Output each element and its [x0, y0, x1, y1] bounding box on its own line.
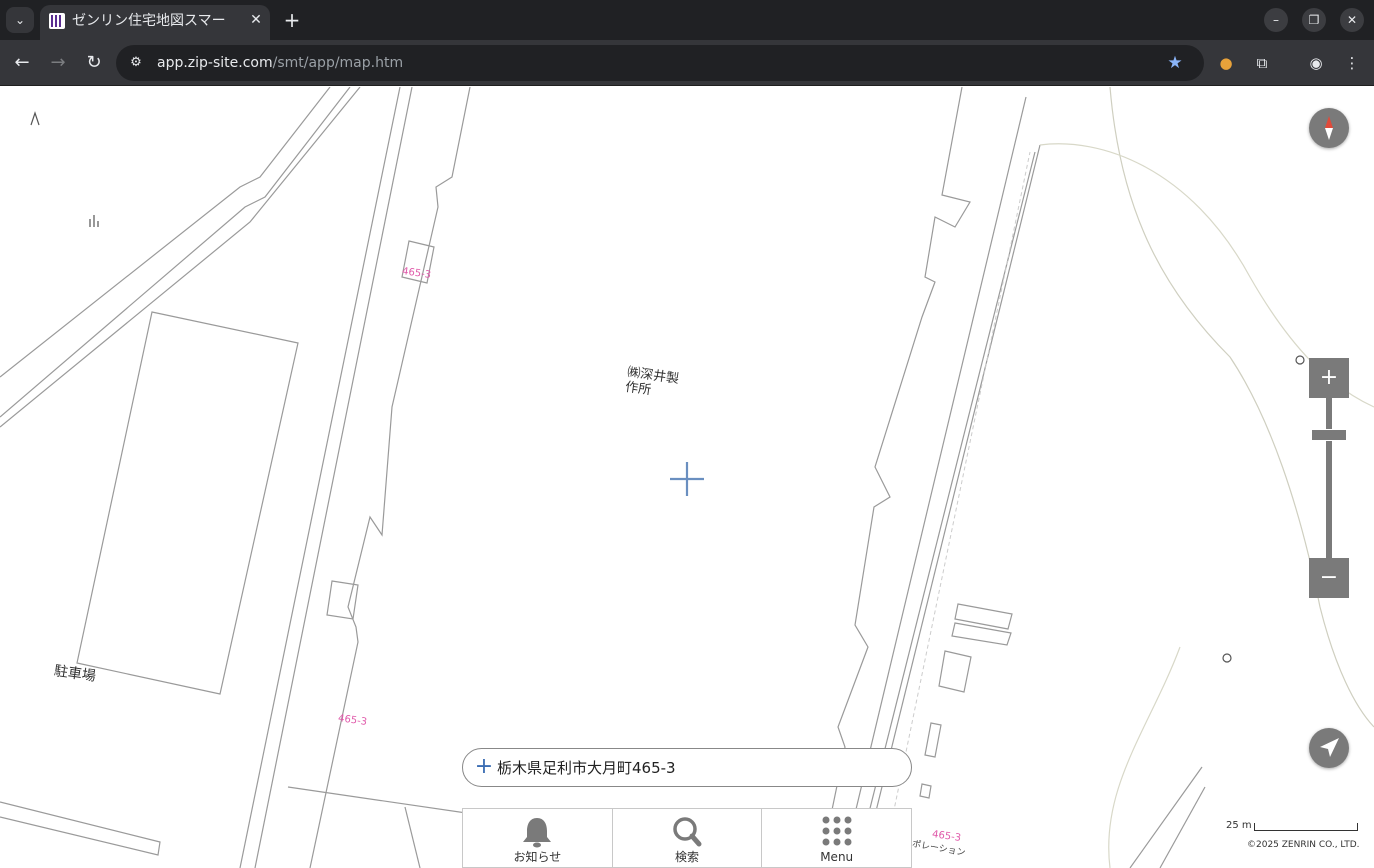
- nav-notifications-button[interactable]: お知らせ: [463, 809, 613, 867]
- nav-search-button[interactable]: 検索: [613, 809, 763, 867]
- window-close-icon[interactable]: ✕: [1340, 8, 1364, 32]
- bottom-navigation: お知らせ 検索 Menu: [462, 808, 912, 868]
- url-path: /smt/app/map.htm: [272, 55, 404, 71]
- nav-notifications-label: お知らせ: [513, 850, 562, 864]
- new-tab-plus-icon[interactable]: +: [280, 8, 304, 32]
- compass-button[interactable]: [1309, 108, 1349, 148]
- nav-menu-button[interactable]: Menu: [762, 809, 911, 867]
- reload-icon[interactable]: ↻: [82, 51, 106, 75]
- zoom-slider-track[interactable]: [1326, 398, 1332, 558]
- navigation-arrow-icon: [1320, 738, 1339, 757]
- forward-arrow-icon[interactable]: →: [46, 51, 70, 75]
- center-crosshair-icon: [670, 462, 704, 496]
- address-text: 栃木県足利市大月町465-3: [497, 759, 676, 777]
- tab-search-chevron-icon[interactable]: ⌄: [6, 7, 34, 33]
- site-settings-icon[interactable]: ⚙: [126, 53, 146, 73]
- tab-title: ゼンリン住宅地図スマー: [72, 13, 226, 29]
- site-favicon-icon: [49, 13, 65, 29]
- zoom-out-button[interactable]: −: [1309, 558, 1349, 598]
- browser-toolbar: ← → ↻ ⚙ app.zip-site.com/smt/app/map.htm…: [0, 40, 1374, 86]
- back-arrow-icon[interactable]: ←: [10, 51, 34, 75]
- nav-menu-label: Menu: [820, 850, 854, 864]
- scale-label: 25 m: [1226, 820, 1252, 831]
- extensions-puzzle-icon[interactable]: ⧉: [1250, 51, 1274, 75]
- zoom-slider-thumb[interactable]: [1311, 429, 1347, 441]
- url-text[interactable]: app.zip-site.com/smt/app/map.htm: [157, 53, 403, 73]
- address-display[interactable]: + 栃木県足利市大月町465-3: [462, 748, 912, 787]
- add-point-plus-icon[interactable]: +: [474, 756, 494, 778]
- window-minimize-icon[interactable]: –: [1264, 8, 1288, 32]
- zoom-in-button[interactable]: +: [1309, 358, 1349, 398]
- browser-tab[interactable]: ゼンリン住宅地図スマー ✕: [40, 5, 270, 40]
- map-canvas[interactable]: ㈱深井製作所 駐車場 465-3 465-3 465-3 ポレーション + − …: [0, 87, 1374, 868]
- profile-avatar-icon[interactable]: ◉: [1304, 51, 1328, 75]
- scale-bar: [1254, 823, 1358, 831]
- nav-search-label: 検索: [675, 850, 700, 864]
- bookmark-star-icon[interactable]: ★: [1164, 52, 1186, 74]
- tab-close-icon[interactable]: ✕: [246, 10, 266, 30]
- browser-menu-kebab-icon[interactable]: ⋮: [1340, 51, 1364, 75]
- copyright-text: ©2025 ZENRIN CO., LTD.: [1247, 840, 1360, 850]
- grid-menu-icon: [822, 816, 852, 846]
- current-location-button[interactable]: [1309, 728, 1349, 768]
- address-bar[interactable]: ⚙ app.zip-site.com/smt/app/map.htm ★: [116, 45, 1204, 81]
- browser-tab-bar: ⌄ ゼンリン住宅地図スマー ✕ + – ❐ ✕: [0, 0, 1374, 40]
- compass-needle-icon: [1325, 116, 1333, 140]
- window-restore-icon[interactable]: ❐: [1302, 8, 1326, 32]
- bell-icon: [523, 818, 552, 848]
- search-icon: [673, 817, 702, 847]
- incognito-extension-icon[interactable]: ●: [1214, 51, 1238, 75]
- url-host: app.zip-site.com: [157, 55, 273, 71]
- map-scale: 25 m: [1226, 820, 1360, 834]
